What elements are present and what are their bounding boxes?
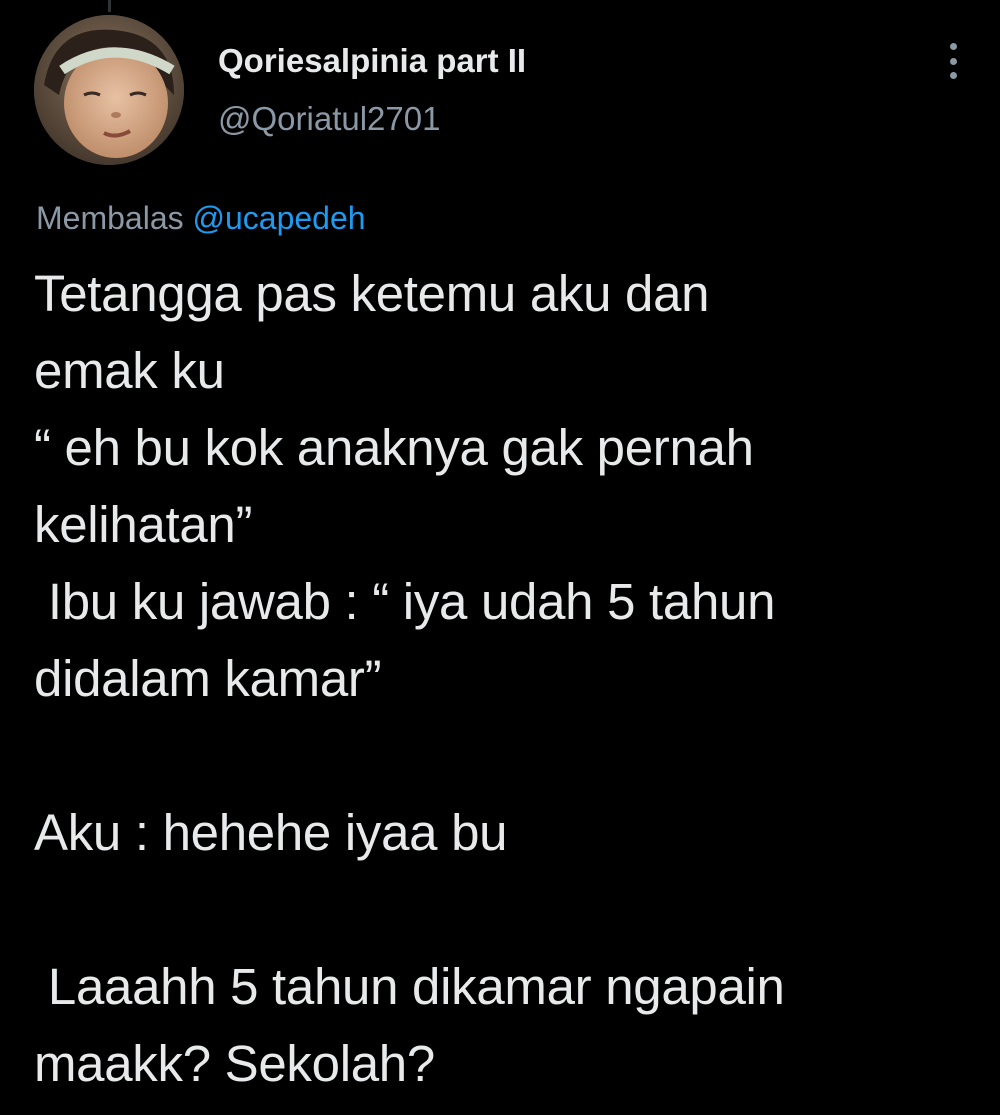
- user-info: Qoriesalpinia part II @Qoriatul2701: [218, 39, 526, 141]
- tweet-header: Qoriesalpinia part II @Qoriatul2701: [34, 15, 974, 167]
- more-vertical-icon-dot: [949, 57, 957, 65]
- more-vertical-icon-dot: [949, 43, 957, 50]
- reply-context: Membalas @ucapedeh: [36, 196, 366, 240]
- display-name[interactable]: Qoriesalpinia part II: [218, 39, 526, 83]
- tweet-text: Tetangga pas ketemu aku dan emak ku “ eh…: [34, 265, 785, 1092]
- more-options-button[interactable]: [942, 39, 964, 83]
- reply-to-handle-link[interactable]: @ucapedeh: [193, 200, 366, 236]
- thread-connector-line: [108, 0, 111, 12]
- avatar-photo-child-icon: [34, 15, 184, 165]
- more-vertical-icon-dot: [949, 72, 957, 79]
- reply-prefix: Membalas: [36, 200, 184, 236]
- user-handle[interactable]: @Qoriatul2701: [218, 97, 526, 141]
- avatar[interactable]: [34, 15, 184, 165]
